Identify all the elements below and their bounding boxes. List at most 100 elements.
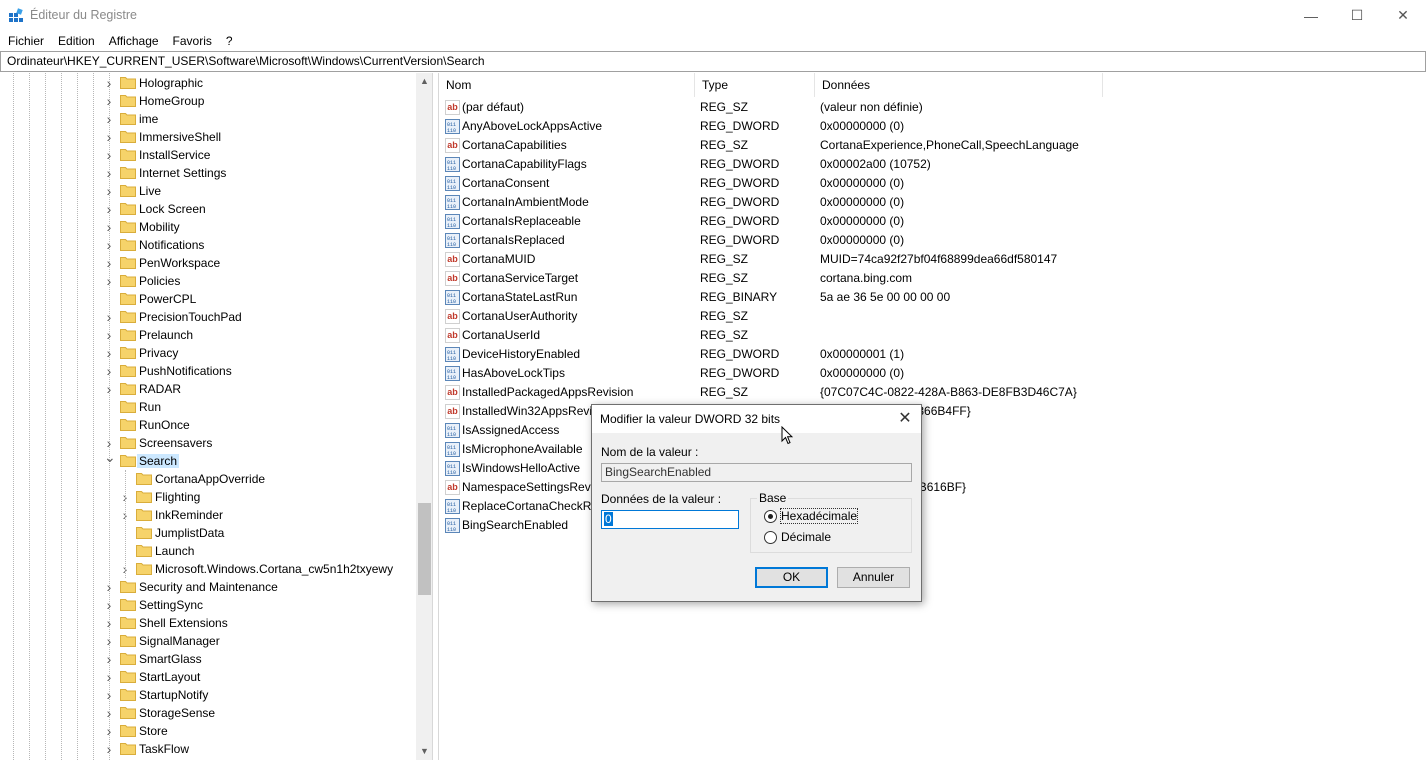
chevron-right-icon[interactable]: › bbox=[104, 220, 114, 234]
tree-item[interactable]: › SignalManager bbox=[0, 632, 415, 650]
key-tree-pane[interactable]: › Holographic › HomeGroup › ime › ImmersiveShel… bbox=[0, 73, 433, 760]
chevron-right-icon[interactable]: › bbox=[104, 346, 114, 360]
chevron-right-icon[interactable]: › bbox=[104, 310, 114, 324]
tree-item[interactable]: › SmartGlass bbox=[0, 650, 415, 668]
tree-scrollbar[interactable]: ▲ ▼ bbox=[416, 73, 432, 760]
value-row[interactable]: ab CortanaServiceTarget REG_SZ cortana.bing… bbox=[439, 269, 1426, 288]
tree-item[interactable]: › Screensavers bbox=[0, 434, 415, 452]
menu-edition[interactable]: Edition bbox=[51, 31, 102, 51]
chevron-right-icon[interactable]: › bbox=[104, 184, 114, 198]
chevron-right-icon[interactable]: › bbox=[104, 274, 114, 288]
value-row[interactable]: abInstalledWin32AppsRevis7A5-ACD5-EE1893… bbox=[439, 402, 1426, 421]
tree-item[interactable]: › Holographic bbox=[0, 74, 415, 92]
tree-item[interactable]: › SettingSync bbox=[0, 596, 415, 614]
menu-help[interactable]: ? bbox=[219, 31, 240, 51]
value-row[interactable]: 011 110 CortanaIsReplaceable REG_DWORD 0x000… bbox=[439, 212, 1426, 231]
chevron-right-icon[interactable]: › bbox=[104, 148, 114, 162]
tree-item[interactable]: › Lock Screen bbox=[0, 200, 415, 218]
tree-item[interactable]: › InkReminder bbox=[0, 506, 415, 524]
chevron-right-icon[interactable]: › bbox=[104, 616, 114, 630]
tree-item[interactable]: PowerCPL bbox=[0, 290, 415, 308]
tree-item[interactable]: › Microsoft.Windows.Cortana_cw5n1h2txyewy bbox=[0, 560, 415, 578]
tree-item[interactable]: RunOnce bbox=[0, 416, 415, 434]
chevron-right-icon[interactable]: › bbox=[104, 112, 114, 126]
tree-item[interactable]: › StartupNotify bbox=[0, 686, 415, 704]
tree-item[interactable]: › Live bbox=[0, 182, 415, 200]
scroll-thumb[interactable] bbox=[418, 503, 431, 595]
tree-item[interactable]: › Policies bbox=[0, 272, 415, 290]
values-list-pane[interactable]: Nom Type Données ab (par défaut) REG_SZ (va… bbox=[438, 73, 1426, 760]
tree-item[interactable]: › InstallService bbox=[0, 146, 415, 164]
tree-item[interactable]: › Privacy bbox=[0, 344, 415, 362]
maximize-button[interactable]: ☐ bbox=[1334, 0, 1380, 31]
value-row[interactable]: 011 110 CortanaConsent REG_DWORD 0x00000000 … bbox=[439, 174, 1426, 193]
chevron-right-icon[interactable]: › bbox=[104, 580, 114, 594]
menu-affichage[interactable]: Affichage bbox=[102, 31, 166, 51]
scroll-up-icon[interactable]: ▲ bbox=[416, 73, 432, 90]
cancel-button[interactable]: Annuler bbox=[837, 567, 910, 588]
tree-item[interactable]: JumplistData bbox=[0, 524, 415, 542]
tree-item[interactable]: Run bbox=[0, 398, 415, 416]
value-data-input[interactable]: 0 bbox=[601, 510, 739, 529]
value-row[interactable]: ab CortanaCapabilities REG_SZ CortanaExperi… bbox=[439, 136, 1426, 155]
chevron-right-icon[interactable]: › bbox=[104, 436, 114, 450]
chevron-right-icon[interactable]: › bbox=[104, 328, 114, 342]
tree-item[interactable]: ⌄ Search bbox=[0, 450, 415, 470]
tree-item[interactable]: › ImmersiveShell bbox=[0, 128, 415, 146]
tree-item[interactable]: › Internet Settings bbox=[0, 164, 415, 182]
tree-item[interactable]: › TaskFlow bbox=[0, 740, 415, 758]
column-header-type[interactable]: Type bbox=[695, 73, 815, 97]
tree-item[interactable]: › Prelaunch bbox=[0, 326, 415, 344]
tree-item[interactable]: › PushNotifications bbox=[0, 362, 415, 380]
chevron-right-icon[interactable]: › bbox=[104, 598, 114, 612]
tree-item[interactable]: Launch bbox=[0, 542, 415, 560]
radio-hexadecimal[interactable]: Hexadécimale bbox=[764, 508, 859, 524]
chevron-right-icon[interactable]: › bbox=[104, 130, 114, 144]
chevron-right-icon[interactable]: › bbox=[104, 634, 114, 648]
tree-item[interactable]: › HomeGroup bbox=[0, 92, 415, 110]
value-row[interactable]: 011 110 IsWindowsHelloActive bbox=[439, 459, 1426, 478]
value-row[interactable]: 011 110 IsAssignedAccess bbox=[439, 421, 1426, 440]
value-row[interactable]: 011 110 ReplaceCortanaCheckRe bbox=[439, 497, 1426, 516]
tree-item[interactable]: › Notifications bbox=[0, 236, 415, 254]
chevron-right-icon[interactable]: › bbox=[104, 76, 114, 90]
column-header-name[interactable]: Nom bbox=[439, 73, 695, 97]
menu-favoris[interactable]: Favoris bbox=[166, 31, 219, 51]
chevron-right-icon[interactable]: › bbox=[104, 688, 114, 702]
menu-fichier[interactable]: Fichier bbox=[0, 31, 51, 51]
chevron-right-icon[interactable]: › bbox=[104, 256, 114, 270]
ok-button[interactable]: OK bbox=[755, 567, 828, 588]
chevron-right-icon[interactable]: › bbox=[104, 382, 114, 396]
value-row[interactable]: ab CortanaUserId REG_SZ bbox=[439, 326, 1426, 345]
tree-item[interactable]: › Shell Extensions bbox=[0, 614, 415, 632]
value-row[interactable]: ab CortanaMUID REG_SZ MUID=74ca92f27bf04f68… bbox=[439, 250, 1426, 269]
value-row[interactable]: 011 110 AnyAboveLockAppsActive REG_DWORD 0x0… bbox=[439, 117, 1426, 136]
chevron-right-icon[interactable]: › bbox=[104, 94, 114, 108]
value-row[interactable]: 011 110 IsMicrophoneAvailable bbox=[439, 440, 1426, 459]
chevron-right-icon[interactable]: › bbox=[104, 166, 114, 180]
tree-item[interactable]: › Flighting bbox=[0, 488, 415, 506]
tree-item[interactable]: › RADAR bbox=[0, 380, 415, 398]
value-row[interactable]: ab InstalledPackagedAppsRevision REG_SZ {07… bbox=[439, 383, 1426, 402]
close-window-button[interactable]: ✕ bbox=[1380, 0, 1426, 31]
value-row[interactable]: 011 110 CortanaCapabilityFlags REG_DWORD 0x0… bbox=[439, 155, 1426, 174]
tree-item[interactable]: › PrecisionTouchPad bbox=[0, 308, 415, 326]
chevron-right-icon[interactable]: › bbox=[104, 706, 114, 720]
column-header-data[interactable]: Données bbox=[815, 73, 1103, 97]
value-row[interactable]: 011 110 CortanaStateLastRun REG_BINARY 5a ae… bbox=[439, 288, 1426, 307]
tree-item[interactable]: › Store bbox=[0, 722, 415, 740]
value-row[interactable]: 011 110 DeviceHistoryEnabled REG_DWORD 0x000… bbox=[439, 345, 1426, 364]
address-bar[interactable]: Ordinateur\HKEY_CURRENT_USER\Software\Mi… bbox=[0, 51, 1426, 72]
chevron-right-icon[interactable]: › bbox=[104, 364, 114, 378]
tree-item[interactable]: › StartLayout bbox=[0, 668, 415, 686]
chevron-right-icon[interactable]: › bbox=[104, 724, 114, 738]
chevron-right-icon[interactable]: › bbox=[104, 742, 114, 756]
value-row[interactable]: 011 110 CortanaInAmbientMode REG_DWORD 0x000… bbox=[439, 193, 1426, 212]
value-row[interactable]: ab CortanaUserAuthority REG_SZ bbox=[439, 307, 1426, 326]
value-row[interactable]: 011 110 HasAboveLockTips REG_DWORD 0x0000000… bbox=[439, 364, 1426, 383]
radio-decimal[interactable]: Décimale bbox=[764, 530, 831, 544]
tree-item[interactable]: › ime bbox=[0, 110, 415, 128]
scroll-down-icon[interactable]: ▼ bbox=[416, 743, 432, 760]
chevron-right-icon[interactable]: › bbox=[104, 670, 114, 684]
dialog-close-icon[interactable]: ✕ bbox=[893, 407, 917, 431]
